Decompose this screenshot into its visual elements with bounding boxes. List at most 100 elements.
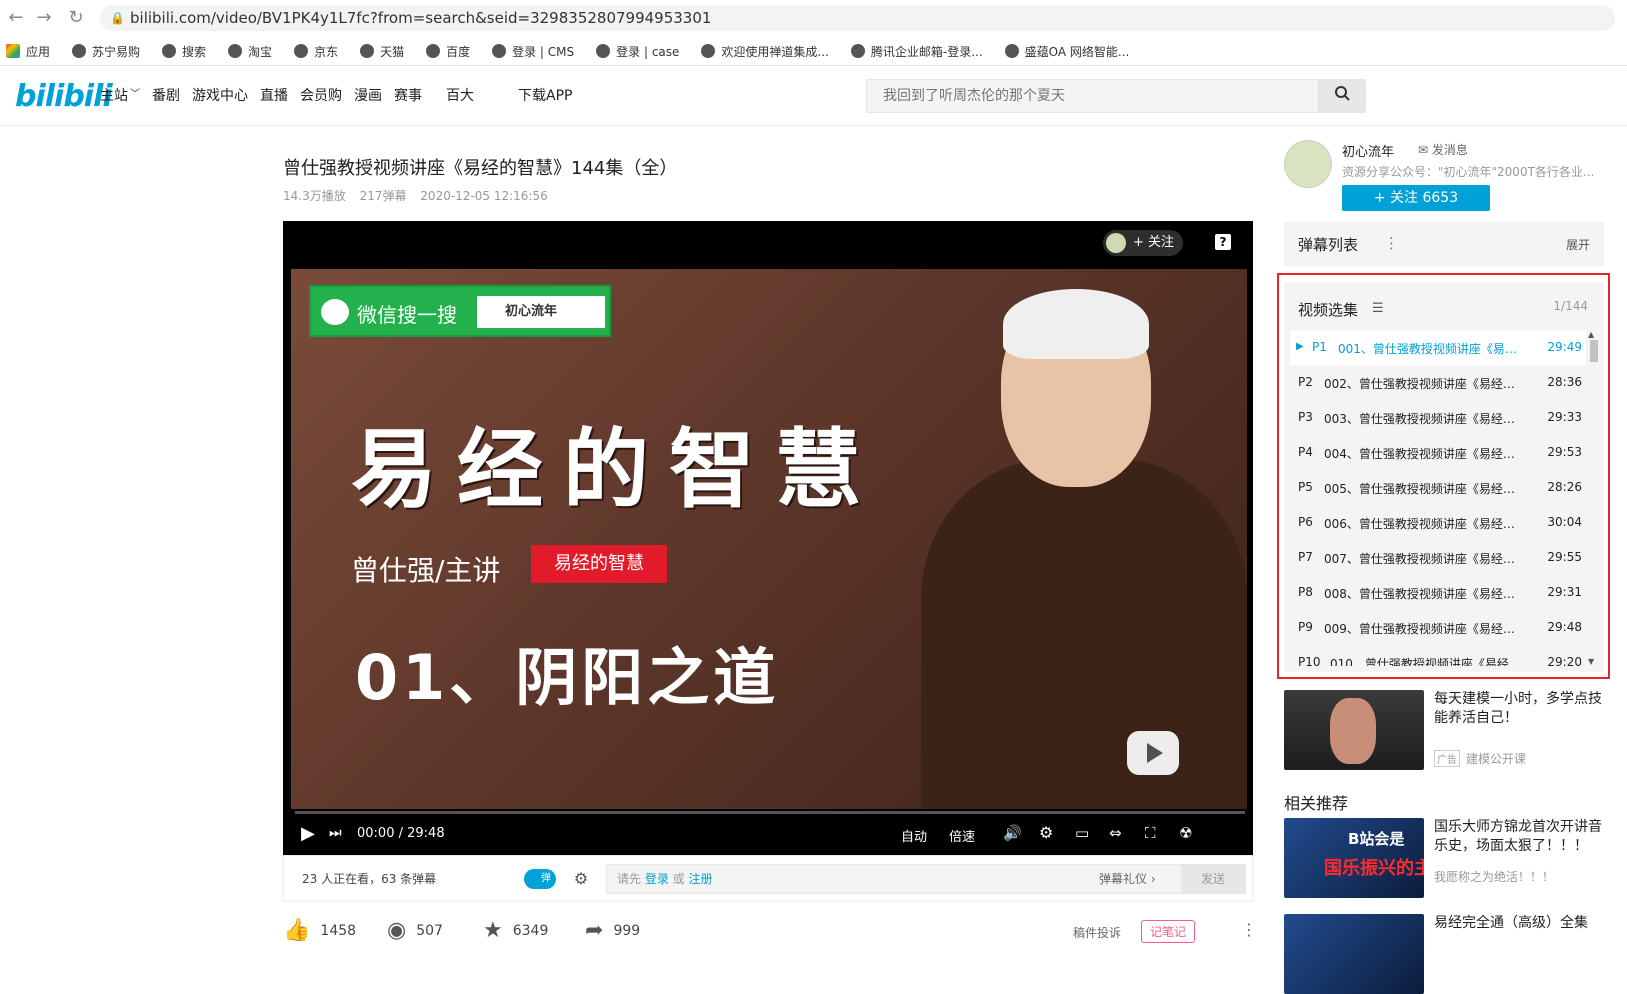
send-button[interactable]: 发送 xyxy=(1181,864,1245,894)
register-link[interactable]: 注册 xyxy=(688,872,712,886)
player-controls: ▶ ⏭ 00:00 / 29:48 自动 倍速 🔊 ⚙ ▭ ⇔ ⛶ ☢ xyxy=(283,819,1253,853)
nav-item[interactable]: 赛事 xyxy=(394,85,422,105)
frame-episode: 01、阴阳之道 xyxy=(355,641,780,714)
share-icon: ➦ xyxy=(585,918,604,943)
related-thumbnail[interactable] xyxy=(1284,914,1424,994)
ad-card[interactable]: 每天建模一小时，多学点技能养活自己！ 广告 建模公开课 xyxy=(1284,690,1604,770)
like-button[interactable]: 👍 1458 xyxy=(283,918,356,943)
bookmark-item[interactable]: 京东 xyxy=(294,43,338,60)
frame-red-tag: 易经的智慧 xyxy=(531,545,667,583)
speed-button[interactable]: 倍速 xyxy=(949,826,975,845)
danmaku-list-header[interactable]: 弹幕列表 ⋮ 展开 xyxy=(1284,222,1604,266)
tv-play-icon[interactable] xyxy=(1127,731,1179,775)
nav-item[interactable]: 会员购 xyxy=(300,85,342,105)
related-item[interactable]: B站会是国乐振兴的主阵地吗? 国乐大师方锦龙首次开讲音乐史，场面太狠了！！！ 我愿称… xyxy=(1284,818,1604,898)
related-title[interactable]: 国乐大师方锦龙首次开讲音乐史，场面太狠了！！！ xyxy=(1434,818,1604,856)
ad-title[interactable]: 每天建模一小时，多学点技能养活自己！ xyxy=(1434,690,1604,728)
uploader-avatar[interactable] xyxy=(1284,140,1332,188)
bookmark-item[interactable]: 登录 | case xyxy=(596,43,679,60)
bookmark-item[interactable]: 天猫 xyxy=(360,43,404,60)
help-icon[interactable]: ? xyxy=(1215,234,1231,250)
notes-button[interactable]: 记笔记 xyxy=(1141,920,1196,943)
message-button[interactable]: ✉ 发消息 xyxy=(1418,141,1468,158)
bookmark-item[interactable]: 腾讯企业邮箱-登录... xyxy=(850,43,983,60)
globe-icon xyxy=(1004,44,1019,58)
related-heading: 相关推荐 xyxy=(1284,794,1349,813)
globe-icon xyxy=(72,44,87,58)
video-meta: 14.3万播放 217弹幕 2020-12-05 12:16:56 xyxy=(283,187,558,204)
chevron-down-icon[interactable]: ﹀ xyxy=(130,85,140,105)
coin-icon: ◉ xyxy=(387,918,407,943)
bookmarks-bar: 应用 苏宁易购 搜索 淘宝 京东 天猫 百度 登录 | CMS 登录 | case 欢迎使用禅道集… xyxy=(6,40,1151,62)
volume-icon[interactable]: 🔊 xyxy=(1003,824,1022,842)
nav-item[interactable]: 游戏中心 xyxy=(192,85,248,105)
search-input[interactable] xyxy=(867,80,1319,112)
nav-item[interactable]: 下载APP xyxy=(500,85,572,105)
danmaku-settings-icon[interactable]: ⚙ xyxy=(570,868,592,890)
nav-item[interactable]: 百大 xyxy=(446,85,474,105)
danmaku-icon[interactable]: ☢ xyxy=(1179,824,1192,842)
login-link[interactable]: 登录 xyxy=(645,872,669,886)
frame-big-title: 易经的智慧 xyxy=(351,420,881,520)
bilibili-logo[interactable]: bilibili xyxy=(15,79,113,114)
globe-icon xyxy=(850,44,865,58)
video-actions: 👍 1458 ◉ 507 ★ 6349 ➦ 999 稿件投诉 记笔记 ⋮ xyxy=(283,918,1257,950)
bookmark-item[interactable]: 盛蕴OA 网络智能... xyxy=(1004,43,1129,60)
coin-button[interactable]: ◉ 507 xyxy=(387,918,443,943)
expand-button[interactable]: 展开 xyxy=(1566,236,1590,253)
more-icon[interactable]: ⋮ xyxy=(1241,920,1257,939)
fullscreen-icon[interactable]: ⛶ xyxy=(1145,824,1156,842)
settings-icon[interactable]: ⚙ xyxy=(1039,823,1053,842)
forward-icon[interactable]: → xyxy=(32,6,56,30)
play-icon[interactable]: ▶ xyxy=(301,823,315,844)
nav-item[interactable]: 主站 xyxy=(100,85,128,105)
player-follow-button[interactable]: + 关注 xyxy=(1103,230,1183,256)
bookmark-item[interactable]: 登录 | CMS xyxy=(492,43,574,60)
globe-icon xyxy=(426,44,441,58)
bookmark-item[interactable]: 淘宝 xyxy=(228,43,272,60)
uploader-avatar-small xyxy=(1106,233,1126,253)
reload-icon[interactable]: ↻ xyxy=(64,6,88,30)
bookmark-item[interactable]: 欢迎使用禅道集成... xyxy=(701,43,829,60)
related-item[interactable]: 易经完全通（高级）全集 xyxy=(1284,914,1604,994)
bookmark-item[interactable]: 百度 xyxy=(426,43,470,60)
danmaku-toggle[interactable]: 弹 xyxy=(524,869,556,889)
related-title[interactable]: 易经完全通（高级）全集 xyxy=(1434,914,1604,933)
browser-chrome: ← → ↻ 🔒 bilibili.com/video/BV1PK4y1L7fc?… xyxy=(0,0,1627,66)
ad-source: 广告 建模公开课 xyxy=(1434,750,1526,767)
danmaku-input[interactable]: 请先 登录 或 注册 弹幕礼仪 › 发送 xyxy=(606,864,1246,894)
danmaku-bar: 23 人正在看，63 条弹幕 弹 ⚙ 请先 登录 或 注册 弹幕礼仪 › 发送 xyxy=(283,855,1253,901)
danmaku-list-title: 弹幕列表 xyxy=(1298,236,1359,254)
video-player[interactable]: + 关注 ? 微信搜一搜 初心流年 易经的智慧 曾仕强/主讲 易经的智慧 01、… xyxy=(283,221,1253,855)
nav-item[interactable]: 直播 xyxy=(260,85,288,105)
share-button[interactable]: ➦ 999 xyxy=(585,918,640,943)
more-icon[interactable]: ⋮ xyxy=(1384,234,1399,252)
follow-button[interactable]: + 关注 6653 xyxy=(1342,185,1490,211)
address-bar[interactable]: 🔒 bilibili.com/video/BV1PK4y1L7fc?from=s… xyxy=(100,5,1615,31)
progress-bar[interactable] xyxy=(295,811,1245,814)
search-button[interactable] xyxy=(1318,80,1365,112)
widescreen-icon[interactable]: ⇔ xyxy=(1109,824,1122,842)
nav-item[interactable]: 漫画 xyxy=(354,85,382,105)
pip-icon[interactable]: ▭ xyxy=(1075,824,1089,842)
nav-item[interactable]: 番剧 xyxy=(152,85,180,105)
video-frame[interactable]: 微信搜一搜 初心流年 易经的智慧 曾仕强/主讲 易经的智慧 01、阴阳之道 xyxy=(291,269,1247,809)
globe-icon xyxy=(162,44,177,58)
danmaku-etiquette-link[interactable]: 弹幕礼仪 › xyxy=(1099,865,1156,893)
uploader-name[interactable]: 初心流年 xyxy=(1342,141,1394,160)
search-icon xyxy=(1335,86,1350,101)
quality-button[interactable]: 自动 xyxy=(901,826,927,845)
watching-count: 23 人正在看，63 条弹幕 xyxy=(302,872,437,886)
back-icon[interactable]: ← xyxy=(4,6,28,30)
favorite-button[interactable]: ★ 6349 xyxy=(483,918,548,943)
bookmark-item[interactable]: 搜索 xyxy=(162,43,206,60)
related-sub: 我愿称之为绝活！！！ xyxy=(1434,870,1555,884)
ad-thumbnail[interactable] xyxy=(1284,690,1424,770)
report-link[interactable]: 稿件投诉 xyxy=(1073,924,1121,941)
globe-icon xyxy=(228,44,243,58)
related-thumbnail[interactable]: B站会是国乐振兴的主阵地吗? xyxy=(1284,818,1424,898)
wechat-search-banner: 微信搜一搜 初心流年 xyxy=(309,285,611,337)
bookmark-item[interactable]: 应用 xyxy=(6,43,50,60)
bookmark-item[interactable]: 苏宁易购 xyxy=(72,43,140,60)
next-icon[interactable]: ⏭ xyxy=(329,825,342,841)
